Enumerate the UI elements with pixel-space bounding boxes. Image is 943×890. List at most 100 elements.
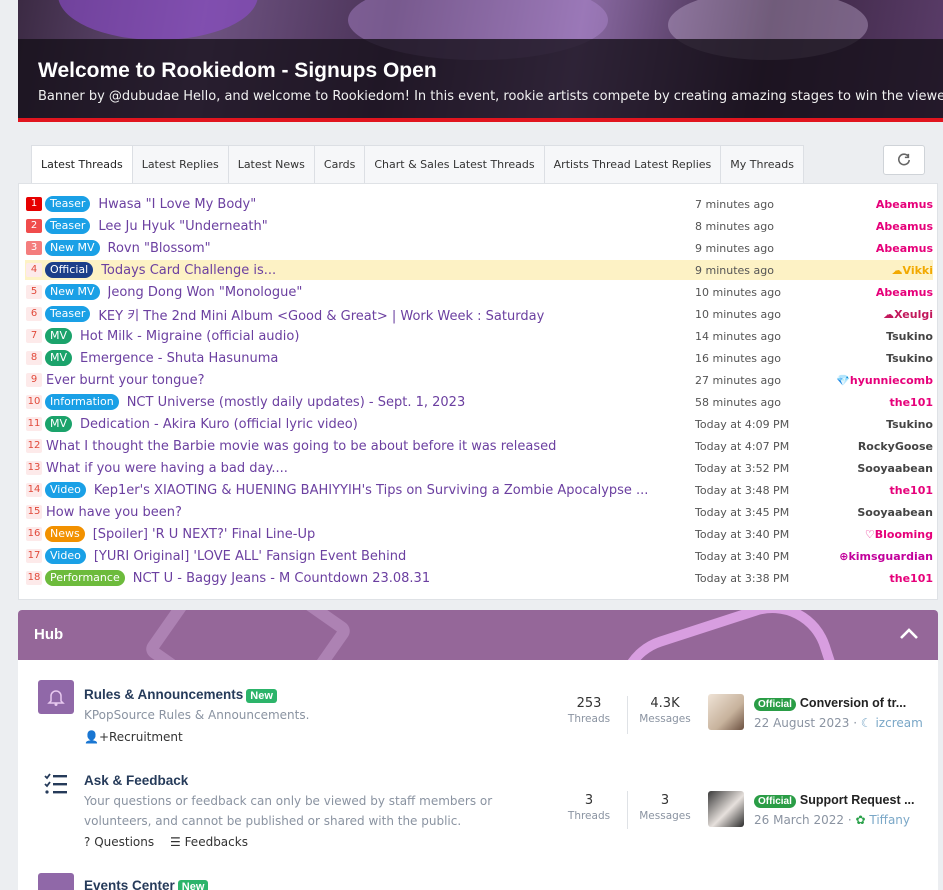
thread-row[interactable]: 8 MV Emergence - Shuta Hasunuma 16 minutes …: [25, 348, 933, 368]
username[interactable]: Vikki: [903, 264, 934, 277]
thread-row[interactable]: 3 New MV Rovn "Blossom" 9 minutes ago Abeamu…: [25, 238, 933, 258]
subforum-link[interactable]: 👤+Recruitment: [84, 730, 183, 744]
username[interactable]: hyunniecomb: [850, 374, 933, 387]
username[interactable]: Abeamus: [876, 286, 933, 299]
thread-prefix-label[interactable]: Teaser: [45, 218, 91, 234]
thread-row[interactable]: 13 What if you were having a bad day.... T…: [25, 458, 933, 478]
thread-author[interactable]: RockyGoose: [858, 440, 933, 453]
thread-title[interactable]: Jeong Dong Won "Monologue": [108, 285, 303, 300]
thread-author[interactable]: ☁Vikki: [892, 264, 934, 277]
thread-prefix-label[interactable]: MV: [45, 350, 73, 366]
thread-title[interactable]: NCT U - Baggy Jeans - M Countdown 23.08.…: [133, 571, 430, 586]
tab-artists-replies[interactable]: Artists Thread Latest Replies: [543, 145, 721, 184]
thread-row[interactable]: 11 MV Dedication - Akira Kuro (official ly…: [25, 414, 933, 434]
thread-row[interactable]: 17 Video [YURI Original] 'LOVE ALL' Fansig…: [25, 546, 933, 566]
thread-title[interactable]: KEY 키 The 2nd Mini Album <Good & Great> …: [98, 305, 544, 324]
thread-prefix-label[interactable]: Teaser: [45, 306, 91, 322]
thread-title[interactable]: How have you been?: [46, 505, 182, 520]
thread-row[interactable]: 16 News [Spoiler] 'R U NEXT?' Final Line-U…: [25, 524, 933, 544]
node-title[interactable]: Events Center New: [84, 878, 209, 890]
thread-author[interactable]: Abeamus: [876, 286, 933, 299]
node-title[interactable]: Rules & Announcements New: [84, 687, 277, 703]
thread-row[interactable]: 7 MV Hot Milk - Migraine (official audio) 1…: [25, 326, 933, 346]
thread-prefix-label[interactable]: Performance: [45, 570, 125, 586]
last-post-title[interactable]: Official Conversion of tr...: [754, 696, 932, 711]
tab-cards[interactable]: Cards: [313, 145, 365, 184]
username[interactable]: Tsukino: [886, 418, 933, 431]
node-title[interactable]: Ask & Feedback: [84, 773, 188, 788]
thread-title[interactable]: Rovn "Blossom": [108, 241, 211, 256]
thread-row[interactable]: 2 Teaser Lee Ju Hyuk "Underneath" 8 minutes…: [25, 216, 933, 236]
username[interactable]: Abeamus: [876, 220, 933, 233]
username[interactable]: Sooyaabean: [857, 462, 933, 475]
thread-row[interactable]: 10 Information NCT Universe (mostly daily …: [25, 392, 933, 412]
thread-prefix-label[interactable]: News: [45, 526, 85, 542]
username[interactable]: Abeamus: [876, 242, 933, 255]
thread-row[interactable]: 15 How have you been? Today at 3:45 PM Sooy…: [25, 502, 933, 522]
thread-title[interactable]: NCT Universe (mostly daily updates) - Se…: [127, 395, 466, 410]
username[interactable]: kimsguardian: [848, 550, 933, 563]
username[interactable]: Blooming: [875, 528, 933, 541]
refresh-button[interactable]: [883, 145, 925, 175]
avatar[interactable]: [708, 694, 744, 730]
thread-row[interactable]: 4 Official Todays Card Challenge is... 9 mi…: [25, 260, 933, 280]
thread-title[interactable]: [YURI Original] 'LOVE ALL' Fansign Event…: [94, 549, 406, 564]
thread-title[interactable]: Emergence - Shuta Hasunuma: [80, 351, 278, 366]
thread-author[interactable]: Abeamus: [876, 242, 933, 255]
username[interactable]: the101: [889, 572, 933, 585]
username[interactable]: Abeamus: [876, 198, 933, 211]
tab-latest-threads[interactable]: Latest Threads: [31, 145, 132, 184]
thread-prefix-label[interactable]: Information: [45, 394, 119, 410]
thread-author[interactable]: Tsukino: [886, 330, 933, 343]
thread-row[interactable]: 12 What I thought the Barbie movie was go…: [25, 436, 933, 456]
thread-title[interactable]: Lee Ju Hyuk "Underneath": [98, 219, 267, 234]
username[interactable]: Tsukino: [886, 330, 933, 343]
username[interactable]: Xeulgi: [894, 308, 933, 321]
tab-chart-sales[interactable]: Chart & Sales Latest Threads: [364, 145, 544, 184]
thread-author[interactable]: ♡Blooming: [865, 528, 933, 541]
username[interactable]: the101: [889, 484, 933, 497]
avatar[interactable]: [708, 791, 744, 827]
thread-author[interactable]: the101: [889, 572, 933, 585]
thread-author[interactable]: ☁Xeulgi: [883, 308, 933, 321]
thread-author[interactable]: the101: [889, 396, 933, 409]
subforum-link-questions[interactable]: ? Questions: [84, 835, 154, 849]
thread-prefix-label[interactable]: New MV: [45, 240, 100, 256]
thread-prefix-label[interactable]: MV: [45, 328, 73, 344]
chevron-up-icon[interactable]: [898, 623, 920, 645]
thread-prefix-label[interactable]: MV: [45, 416, 73, 432]
thread-title[interactable]: Hwasa "I Love My Body": [98, 197, 256, 212]
thread-title[interactable]: [Spoiler] 'R U NEXT?' Final Line-Up: [93, 527, 316, 542]
thread-author[interactable]: Tsukino: [886, 352, 933, 365]
thread-row[interactable]: 6 Teaser KEY 키 The 2nd Mini Album <Good & …: [25, 304, 933, 324]
thread-title[interactable]: Hot Milk - Migraine (official audio): [80, 329, 299, 344]
thread-row[interactable]: 5 New MV Jeong Dong Won "Monologue" 10 minu…: [25, 282, 933, 302]
thread-author[interactable]: Abeamus: [876, 220, 933, 233]
hub-header[interactable]: Hub: [18, 610, 938, 660]
tab-latest-news[interactable]: Latest News: [227, 145, 314, 184]
thread-prefix-label[interactable]: Video: [45, 548, 86, 564]
thread-author[interactable]: the101: [889, 484, 933, 497]
thread-prefix-label[interactable]: New MV: [45, 284, 100, 300]
thread-row[interactable]: 18 Performance NCT U - Baggy Jeans - M Cou…: [25, 568, 933, 588]
thread-author[interactable]: Tsukino: [886, 418, 933, 431]
thread-row[interactable]: 9 Ever burnt your tongue? 27 minutes ago 💎h…: [25, 370, 933, 390]
thread-title[interactable]: Dedication - Akira Kuro (official lyric …: [80, 417, 358, 432]
thread-title[interactable]: What I thought the Barbie movie was goin…: [46, 439, 556, 454]
thread-title[interactable]: What if you were having a bad day....: [46, 461, 288, 476]
username[interactable]: Sooyaabean: [857, 506, 933, 519]
thread-author[interactable]: Sooyaabean: [857, 462, 933, 475]
thread-title[interactable]: Todays Card Challenge is...: [101, 263, 276, 278]
thread-title[interactable]: Ever burnt your tongue?: [46, 373, 205, 388]
tab-latest-replies[interactable]: Latest Replies: [131, 145, 228, 184]
thread-prefix-label[interactable]: Video: [45, 482, 86, 498]
last-post-title[interactable]: Official Support Request ...: [754, 793, 932, 808]
username[interactable]: Tsukino: [886, 352, 933, 365]
thread-row[interactable]: 14 Video Kep1er's XIAOTING & HUENING BAHIY…: [25, 480, 933, 500]
thread-prefix-label[interactable]: Official: [45, 262, 94, 278]
banner-title[interactable]: Welcome to Rookiedom - Signups Open: [38, 59, 923, 83]
tab-my-threads[interactable]: My Threads: [720, 145, 804, 184]
username[interactable]: RockyGoose: [858, 440, 933, 453]
subforum-link-feedbacks[interactable]: ☰ Feedbacks: [170, 835, 248, 849]
thread-prefix-label[interactable]: Teaser: [45, 196, 91, 212]
